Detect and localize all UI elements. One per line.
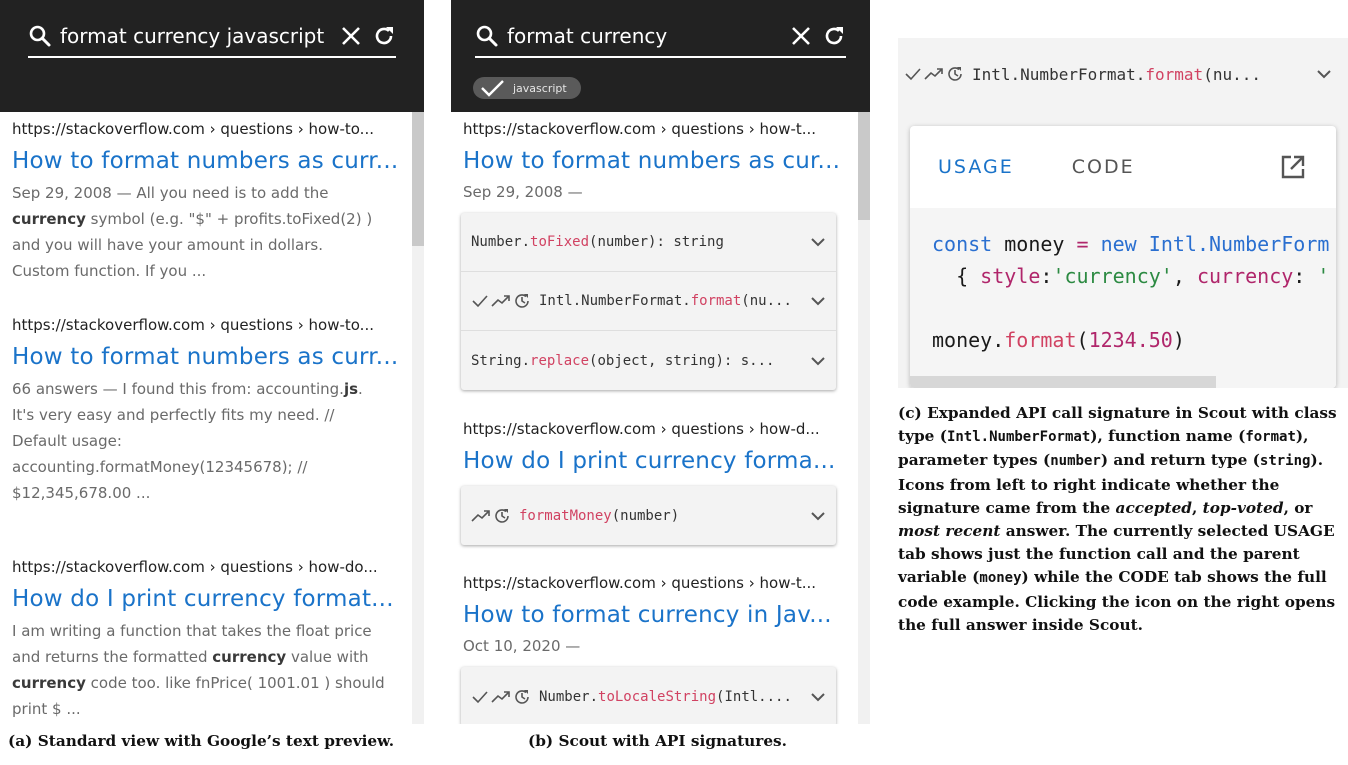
chevron-down-icon[interactable] — [810, 356, 826, 366]
search-icon — [476, 25, 498, 47]
result-url[interactable]: https://stackoverflow.com › questions › … — [12, 118, 406, 140]
result-url[interactable]: https://stackoverflow.com › questions › … — [463, 572, 854, 594]
accepted-icon — [905, 68, 921, 81]
scrollbar[interactable] — [858, 112, 870, 724]
result-title[interactable]: How to format numbers as curr... — [12, 340, 406, 374]
search-result[interactable]: https://stackoverflow.com › questions › … — [12, 314, 406, 506]
open-in-new-icon[interactable] — [1280, 154, 1306, 180]
accepted-icon — [472, 295, 488, 308]
signature-row-expanded[interactable]: Intl.NumberFormat.format(nu... — [898, 38, 1348, 110]
signature-code: formatMoney(number) — [519, 507, 680, 524]
result-snippet: 66 answers — I found this from: accounti… — [12, 380, 363, 502]
results-list: https://stackoverflow.com › questions › … — [451, 112, 858, 724]
signature-code: Intl.NumberFormat.format(nu... — [972, 64, 1261, 84]
signature-row[interactable]: Intl.NumberFormat.format(nu... — [461, 272, 836, 331]
signature-badges — [904, 65, 964, 83]
most-recent-icon — [495, 508, 509, 523]
signature-code: Number.toFixed(number): string — [471, 234, 724, 250]
result-url[interactable]: https://stackoverflow.com › questions › … — [463, 418, 854, 440]
filter-chip-javascript[interactable]: javascript — [473, 77, 581, 99]
most-recent-icon — [948, 67, 962, 81]
tab-usage[interactable]: USAGE — [938, 156, 1014, 178]
signature-list: Number.toFixed(number): string Intl.Numb… — [461, 213, 836, 390]
scrollbar[interactable] — [412, 112, 424, 724]
search-query[interactable]: format currency — [507, 24, 790, 48]
signature-list: Number.toLocaleString(Intl.... — [461, 667, 836, 724]
signature-row[interactable]: formatMoney(number) — [461, 486, 836, 545]
usage-card: USAGE CODE const money = new Intl.Number… — [910, 126, 1336, 388]
search-field[interactable]: format currency javascript — [28, 16, 396, 58]
check-icon — [481, 80, 504, 97]
search-bar: format currency javascript — [451, 0, 870, 112]
signature-row[interactable]: Number.toFixed(number): string — [461, 213, 836, 272]
tab-bar: USAGE CODE — [910, 126, 1336, 208]
caption-a: (a) Standard view with Google’s text pre… — [8, 732, 395, 750]
refresh-icon[interactable] — [822, 24, 846, 48]
clear-icon[interactable] — [790, 25, 812, 47]
top-voted-icon — [491, 690, 510, 703]
result-title[interactable]: How to format numbers as curr... — [12, 144, 406, 178]
panel-expanded-signature: Intl.NumberFormat.format(nu... USAGE COD… — [898, 38, 1348, 388]
panel-standard-view: format currency javascript https://stack… — [0, 0, 424, 724]
search-result[interactable]: https://stackoverflow.com › questions › … — [463, 118, 854, 204]
search-icon — [29, 25, 51, 47]
chevron-down-icon[interactable] — [810, 296, 826, 306]
search-result[interactable]: https://stackoverflow.com › questions › … — [12, 556, 406, 722]
most-recent-icon — [515, 294, 529, 308]
result-snippet: I am writing a function that takes the f… — [12, 622, 385, 718]
signature-row[interactable]: String.replace(object, string): s... — [461, 331, 836, 390]
signature-badges — [471, 292, 531, 310]
top-voted-icon — [924, 68, 943, 80]
search-result[interactable]: https://stackoverflow.com › questions › … — [463, 418, 854, 478]
signature-badges — [471, 688, 531, 706]
signature-row[interactable]: Number.toLocaleString(Intl.... — [461, 667, 836, 724]
most-recent-icon — [515, 689, 529, 704]
result-title[interactable]: How do I print currency forma... — [463, 444, 854, 478]
panel-scout-view: format currency javascript https://stack… — [451, 0, 870, 724]
filter-chip-label: javascript — [513, 81, 567, 95]
result-url[interactable]: https://stackoverflow.com › questions › … — [12, 556, 406, 578]
result-title[interactable]: How to format numbers as cur... — [463, 144, 854, 178]
tab-code[interactable]: CODE — [1072, 156, 1135, 178]
chevron-down-icon[interactable] — [810, 237, 826, 247]
accepted-icon — [472, 690, 488, 703]
result-date: Oct 10, 2020 — — [463, 637, 581, 655]
result-date: Sep 29, 2008 — — [463, 183, 583, 201]
search-result[interactable]: https://stackoverflow.com › questions › … — [12, 118, 406, 284]
signature-code: Intl.NumberFormat.format(nu... — [539, 293, 792, 309]
search-bar: format currency javascript — [0, 0, 424, 112]
signature-code: String.replace(object, string): s... — [471, 352, 775, 369]
results-list: https://stackoverflow.com › questions › … — [0, 112, 412, 724]
caption-c: (c) Expanded API call signature in Scout… — [898, 404, 1337, 634]
signature-list: formatMoney(number) — [461, 486, 836, 545]
top-voted-icon — [491, 295, 510, 307]
result-title[interactable]: How do I print currency format... — [12, 582, 406, 616]
signature-code: Number.toLocaleString(Intl.... — [539, 688, 792, 705]
scrollbar-thumb[interactable] — [412, 112, 424, 246]
signature-badges — [471, 507, 511, 525]
refresh-icon[interactable] — [372, 24, 396, 48]
clear-icon[interactable] — [340, 25, 362, 47]
result-url[interactable]: https://stackoverflow.com › questions › … — [12, 314, 406, 336]
search-query[interactable]: format currency javascript — [60, 24, 340, 48]
code-example: const money = new Intl.NumberForm { styl… — [910, 208, 1336, 388]
result-url[interactable]: https://stackoverflow.com › questions › … — [463, 118, 854, 140]
code-scrollbar[interactable] — [910, 376, 1216, 388]
chevron-down-icon[interactable] — [810, 511, 826, 521]
top-voted-icon — [471, 509, 490, 522]
search-result[interactable]: https://stackoverflow.com › questions › … — [463, 572, 854, 658]
result-title[interactable]: How to format currency in Jav... — [463, 598, 854, 632]
caption-b: (b) Scout with API signatures. — [528, 732, 787, 750]
scrollbar-thumb[interactable] — [858, 112, 870, 220]
result-snippet: Sep 29, 2008 — All you need is to add th… — [12, 184, 373, 280]
search-field[interactable]: format currency — [475, 16, 846, 58]
chevron-down-icon[interactable] — [810, 692, 826, 702]
chevron-down-icon[interactable] — [1316, 69, 1332, 79]
